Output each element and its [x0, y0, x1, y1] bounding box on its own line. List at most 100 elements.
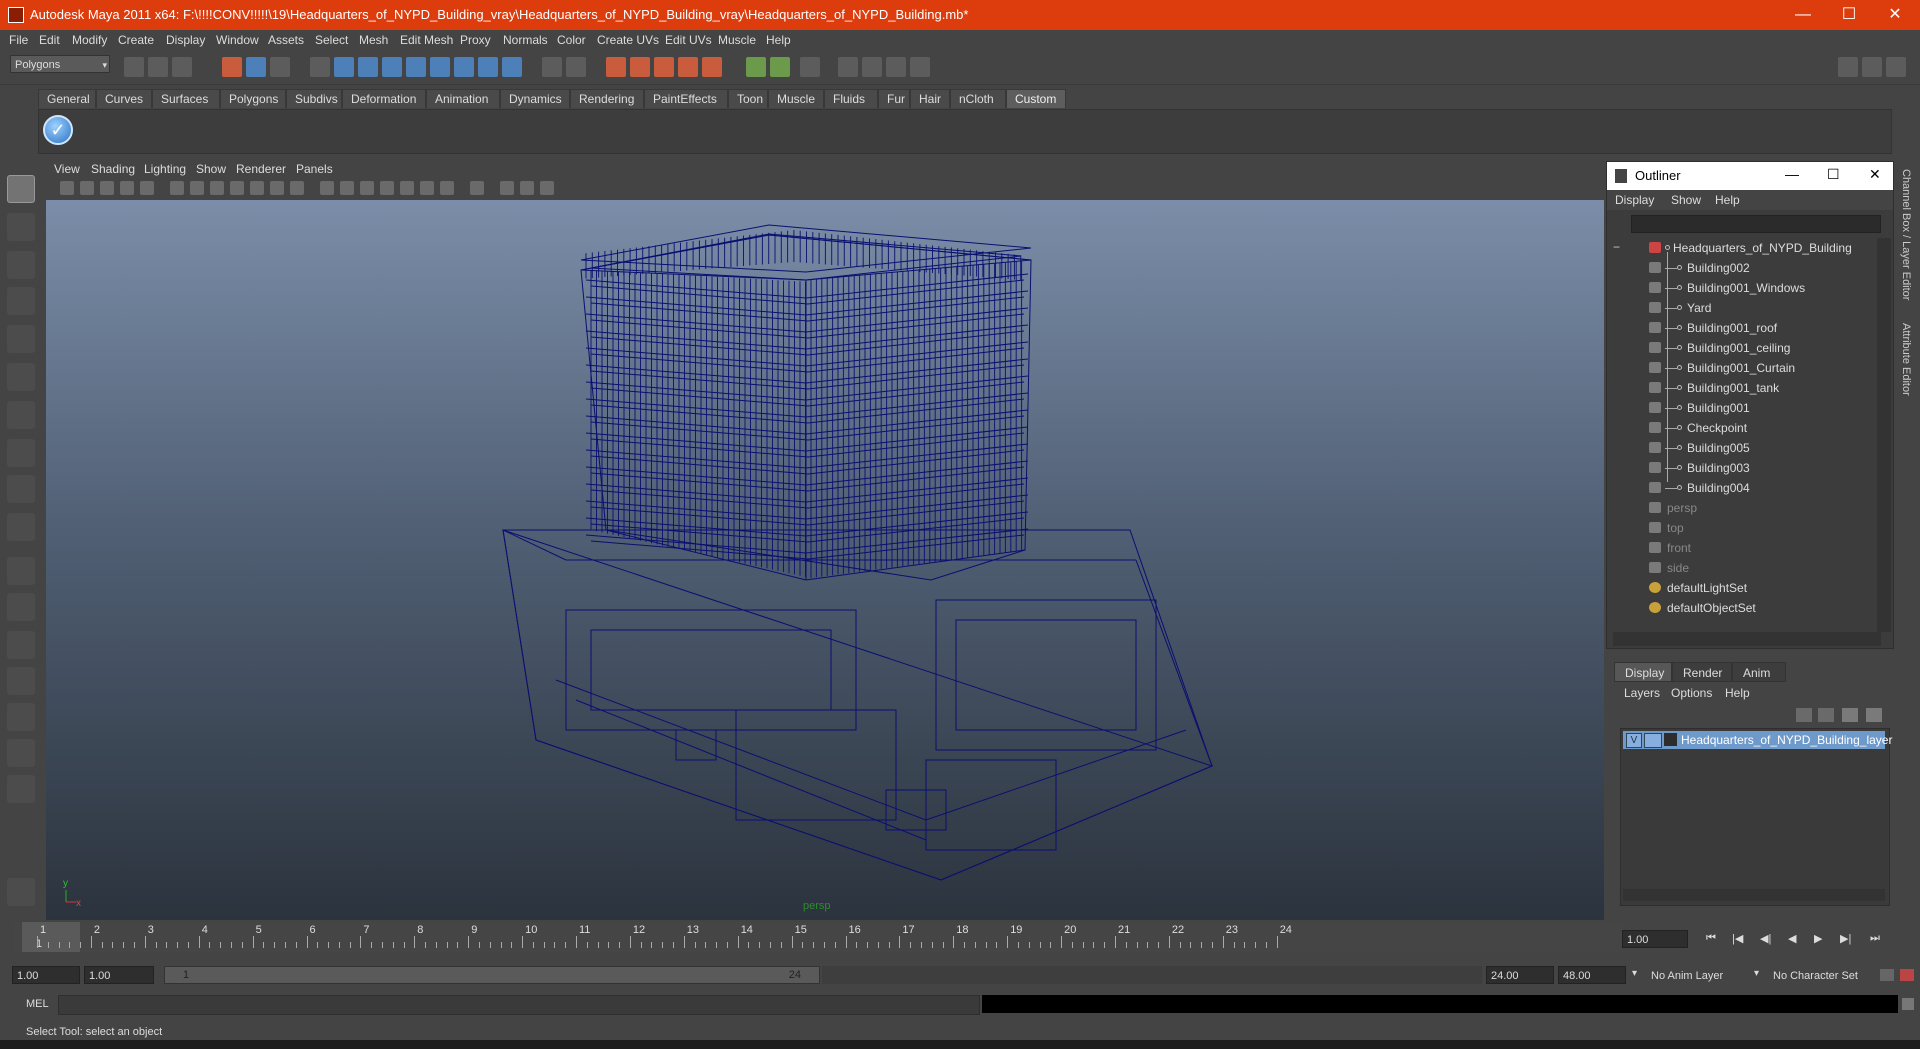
shelf-tab-painteffects[interactable]: PaintEffects	[644, 89, 728, 108]
isolate-select-icon[interactable]	[470, 181, 484, 195]
input-ops-icon[interactable]	[746, 57, 766, 77]
outliner-item[interactable]: Building001_tank	[1607, 378, 1877, 398]
shelf-tab-surfaces[interactable]: Surfaces	[152, 89, 220, 108]
scale-tool-icon[interactable]	[7, 363, 35, 391]
shelf-tab-curves[interactable]: Curves	[96, 89, 152, 108]
command-input[interactable]	[58, 995, 980, 1015]
menu-muscle[interactable]: Muscle	[718, 33, 756, 47]
layer-color-swatch[interactable]	[1664, 733, 1677, 746]
two-d-pan-icon[interactable]	[140, 181, 154, 195]
menu-modify[interactable]: Modify	[72, 33, 107, 47]
lasso-tool-icon[interactable]	[7, 213, 35, 241]
soft-mod-tool-icon[interactable]	[7, 439, 35, 467]
auto-key-icon[interactable]	[1880, 969, 1894, 981]
new-layer-from-selection-icon[interactable]	[1866, 708, 1882, 722]
wireframe-icon[interactable]	[320, 181, 334, 195]
save-scene-icon[interactable]	[172, 57, 192, 77]
shelf-tab-fluids[interactable]: Fluids	[824, 89, 878, 108]
bookmarks-icon[interactable]	[100, 181, 114, 195]
default-light-icon[interactable]	[400, 181, 414, 195]
shelf-tab-dynamics[interactable]: Dynamics	[500, 89, 570, 108]
highlight-selection-icon[interactable]	[566, 57, 586, 77]
toggle-channel-box-icon[interactable]	[1862, 57, 1882, 77]
play-backwards-button[interactable]: ◀	[1788, 932, 1796, 945]
surface-mask-icon[interactable]	[430, 57, 450, 77]
manipulator-tool-icon[interactable]	[7, 401, 35, 429]
select-tool-icon[interactable]	[7, 175, 35, 203]
hypershade-layout-icon[interactable]	[7, 703, 35, 731]
menu-select[interactable]: Select	[315, 33, 348, 47]
side-tab-attribute-editor[interactable]: Attribute Editor	[1900, 323, 1912, 396]
side-tab-channel-box[interactable]: Channel Box / Layer Editor	[1900, 169, 1912, 300]
smooth-shade-icon[interactable]	[340, 181, 354, 195]
outliner-menu-show[interactable]: Show	[1671, 193, 1701, 207]
menu-create[interactable]: Create	[118, 33, 154, 47]
show-manipulator-icon[interactable]	[7, 475, 35, 503]
viewport-menu-shading[interactable]: Shading	[91, 162, 135, 176]
time-slider[interactable]: 1 1 2 3 4 5 6 7 8 9 10 11 12 13 14 15 16 17 18 19 20 21 22 23 2…	[14, 922, 1624, 952]
camera-select-icon[interactable]	[60, 181, 74, 195]
camera-attributes-icon[interactable]	[80, 181, 94, 195]
outliner-vertical-scrollbar[interactable]	[1877, 238, 1891, 632]
rotate-tool-icon[interactable]	[7, 325, 35, 353]
range-slider[interactable]: 1 24	[164, 966, 820, 984]
layer-menu-options[interactable]: Options	[1671, 686, 1712, 700]
layer-tab-render[interactable]: Render	[1672, 662, 1732, 682]
select-object-icon[interactable]	[246, 57, 266, 77]
curve-mask-icon[interactable]	[406, 57, 426, 77]
menu-edit-uvs[interactable]: Edit UVs	[665, 33, 712, 47]
x-ray-icon[interactable]	[500, 181, 514, 195]
layer-horizontal-scrollbar[interactable]	[1623, 889, 1885, 901]
outliner-item[interactable]: − Headquarters_of_NYPD_Building	[1607, 238, 1877, 258]
dynamics-mask-icon[interactable]	[478, 57, 498, 77]
shelf-tab-rendering[interactable]: Rendering	[570, 89, 644, 108]
current-time-indicator[interactable]	[22, 922, 80, 952]
shelf-tab-subdivs[interactable]: Subdivs	[286, 89, 342, 108]
persp-outliner-layout-icon[interactable]	[7, 631, 35, 659]
output-ops-icon[interactable]	[770, 57, 790, 77]
new-empty-layer-icon[interactable]	[1842, 708, 1858, 722]
persp-graph-layout-icon[interactable]	[7, 667, 35, 695]
paint-select-tool-icon[interactable]	[7, 251, 35, 279]
snap-curve-icon[interactable]	[630, 57, 650, 77]
hotbox-icon[interactable]	[7, 878, 35, 906]
outliner-item[interactable]: defaultLightSet	[1607, 578, 1877, 598]
resolution-gate-icon[interactable]	[210, 181, 224, 195]
outliner-maximize-button[interactable]: ☐	[1827, 166, 1840, 183]
outliner-item[interactable]: Building003	[1607, 458, 1877, 478]
layer-visibility-toggle[interactable]: V	[1626, 733, 1642, 748]
step-back-key-button[interactable]: |◀	[1732, 932, 1743, 945]
play-forwards-button[interactable]: ▶	[1814, 932, 1822, 945]
render-frame-icon[interactable]	[862, 57, 882, 77]
outliner-item[interactable]: Building001_Windows	[1607, 278, 1877, 298]
minimize-button[interactable]: —	[1780, 0, 1826, 30]
image-plane-icon[interactable]	[120, 181, 134, 195]
outliner-item[interactable]: Building001_roof	[1607, 318, 1877, 338]
playback-end-field[interactable]: 24.00	[1486, 966, 1554, 984]
persp-viewport[interactable]: x y persp	[46, 200, 1604, 920]
last-tool-icon[interactable]	[7, 513, 35, 541]
lock-selection-icon[interactable]	[542, 57, 562, 77]
checkmark-icon[interactable]: ✓	[43, 115, 73, 145]
all-lights-icon[interactable]	[420, 181, 434, 195]
menu-window[interactable]: Window	[216, 33, 259, 47]
shelf-tab-hair[interactable]: Hair	[910, 89, 950, 108]
shelf-tab-toon[interactable]: Toon	[728, 89, 768, 108]
shelf-tab-animation[interactable]: Animation	[426, 89, 500, 108]
new-scene-icon[interactable]	[124, 57, 144, 77]
outliner-filter-field[interactable]	[1631, 215, 1881, 233]
ipr-render-icon[interactable]	[886, 57, 906, 77]
field-chart-icon[interactable]	[250, 181, 264, 195]
outliner-item[interactable]: Building001_Curtain	[1607, 358, 1877, 378]
menu-help[interactable]: Help	[766, 33, 791, 47]
edge-mask-icon[interactable]	[358, 57, 378, 77]
snap-grid-icon[interactable]	[606, 57, 626, 77]
outliner-item[interactable]: side	[1607, 558, 1877, 578]
maximize-button[interactable]: ☐	[1826, 0, 1872, 30]
layer-tab-display[interactable]: Display	[1614, 662, 1672, 682]
open-scene-icon[interactable]	[148, 57, 168, 77]
move-tool-icon[interactable]	[7, 287, 35, 315]
outliner-item[interactable]: Building001_ceiling	[1607, 338, 1877, 358]
move-layer-down-icon[interactable]	[1818, 708, 1834, 722]
shadows-icon[interactable]	[440, 181, 454, 195]
